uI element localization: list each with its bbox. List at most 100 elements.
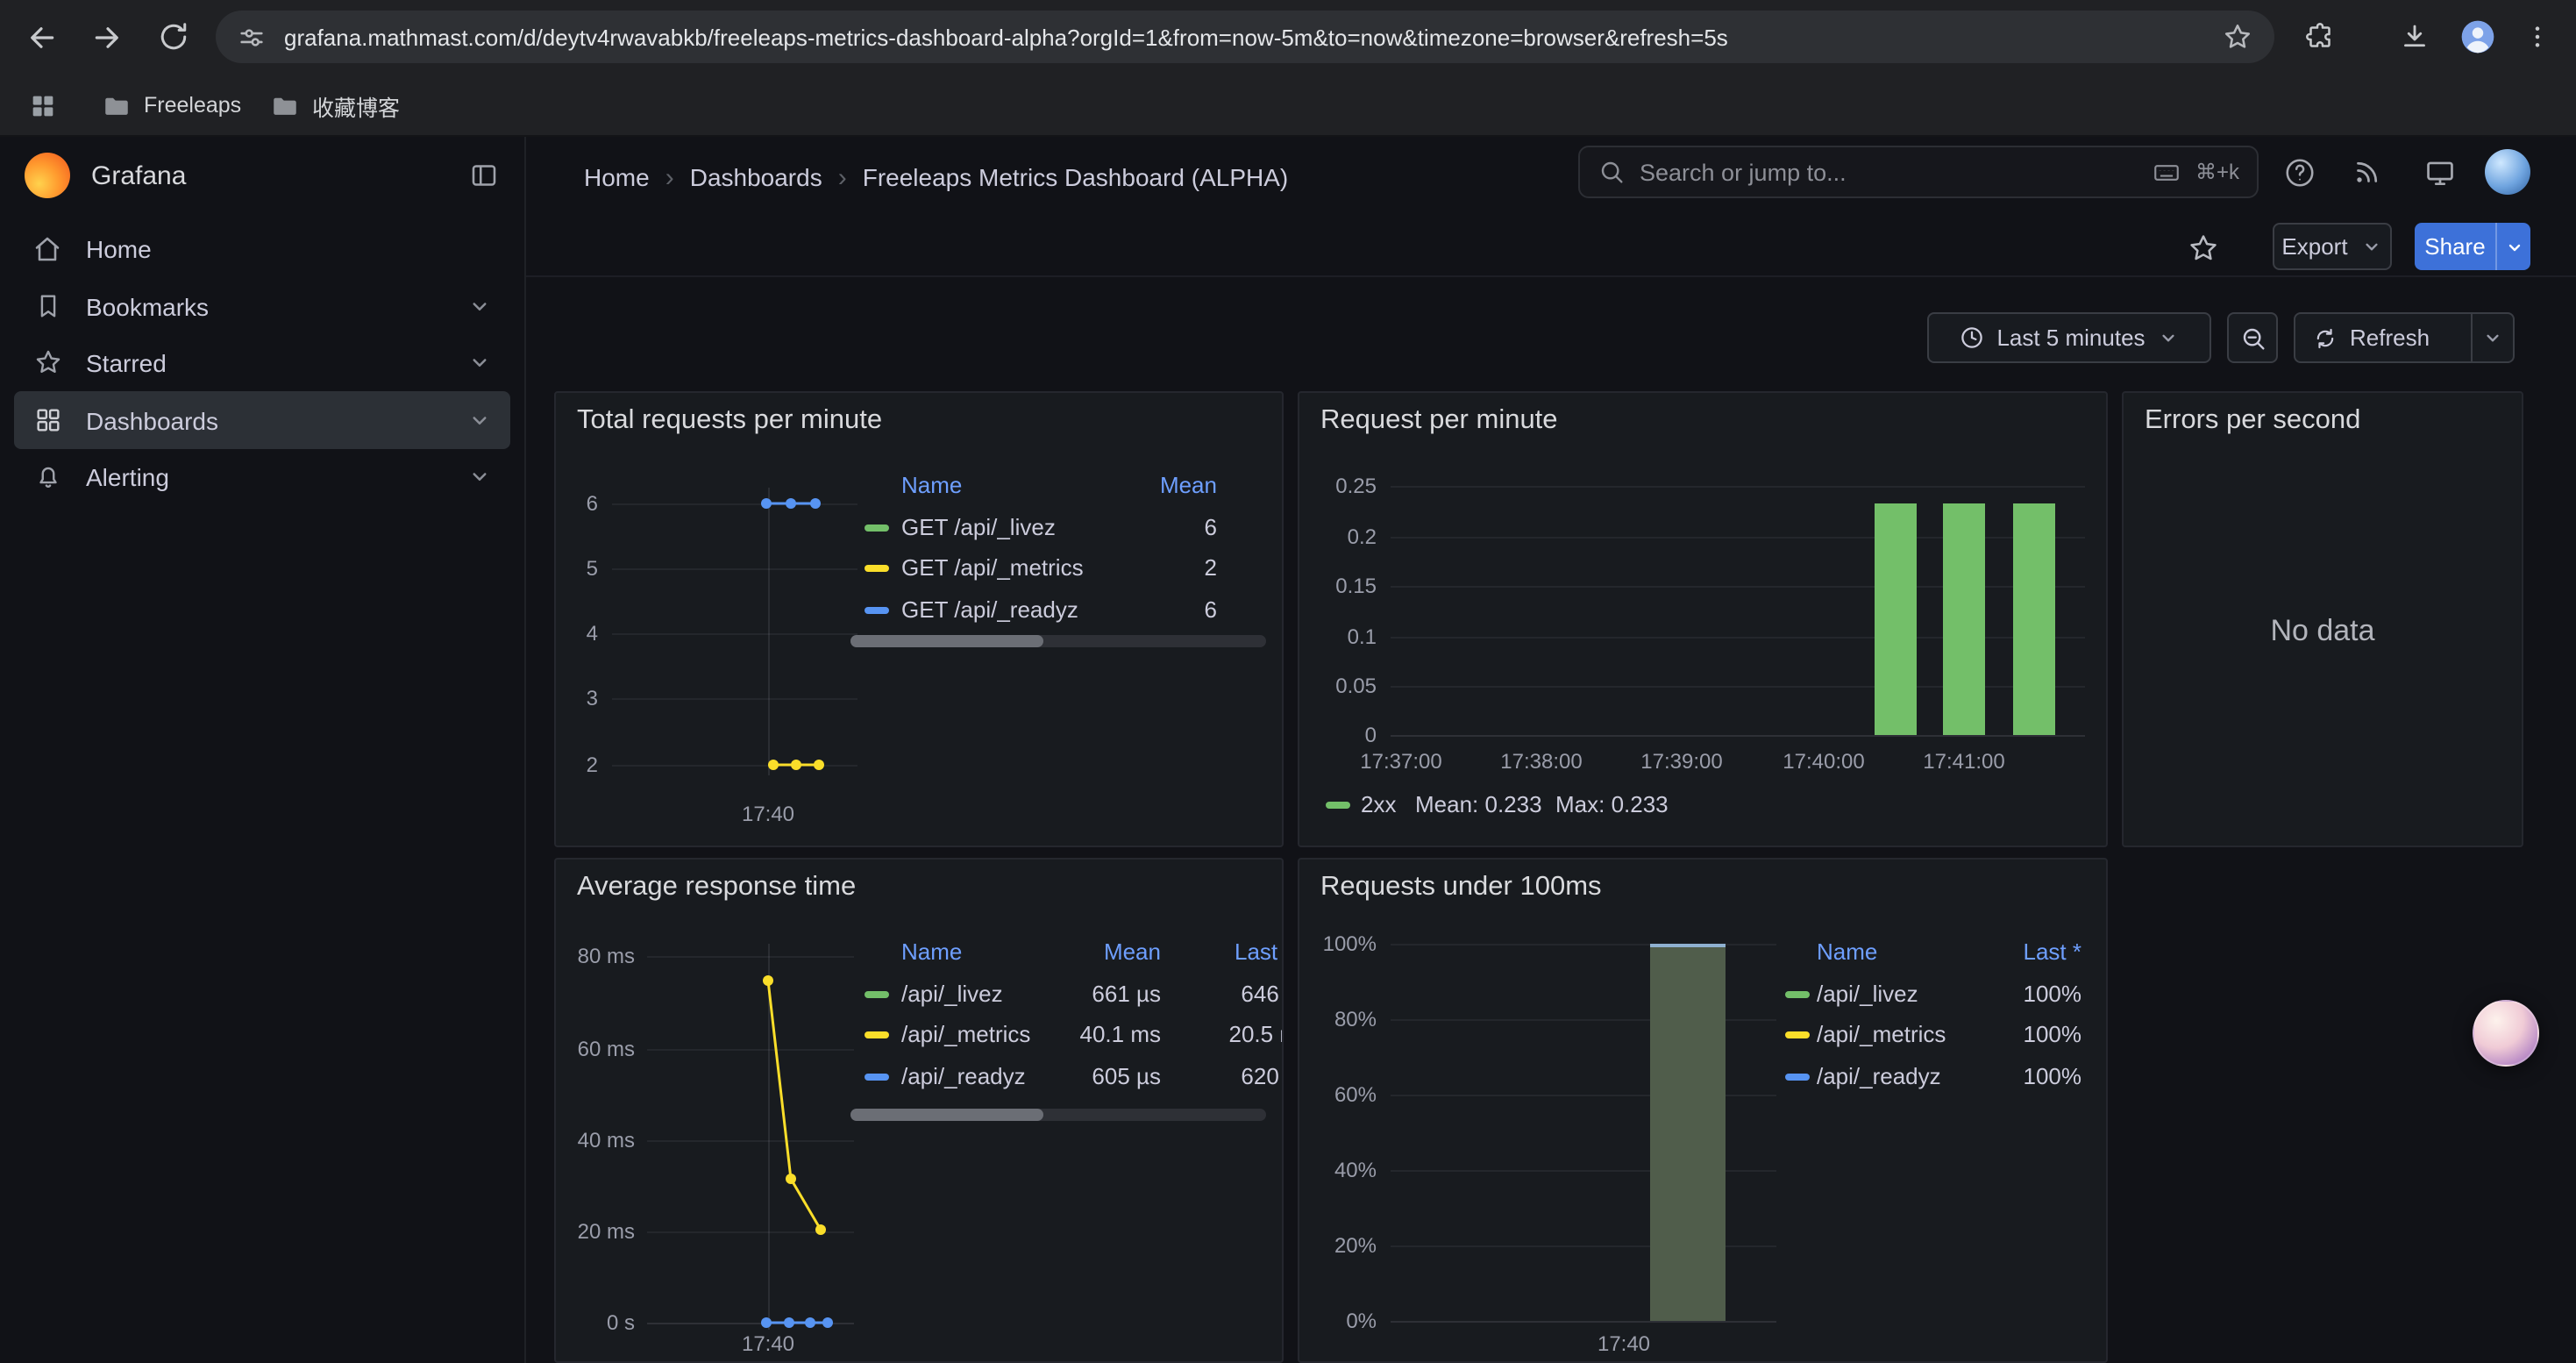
legend-series-value: 6 [1112,514,1217,540]
zoom-out-button[interactable] [2227,312,2278,363]
panel-title[interactable]: Errors per second [2145,405,2360,437]
legend-header-name[interactable]: Name [901,472,962,498]
chevron-down-icon [2360,235,2383,258]
legend-series-name[interactable]: /api/_readyz [1817,1063,1941,1089]
breadcrumb-dashboards[interactable]: Dashboards [690,163,822,191]
y-tick: 100% [1299,931,1377,956]
breadcrumb-separator: › [838,162,847,192]
series-color-swatch [865,607,889,614]
legend-series-name[interactable]: /api/_metrics [901,1021,1030,1047]
chevron-down-icon[interactable] [466,349,493,375]
legend-series-name[interactable]: /api/_metrics [1817,1021,1946,1047]
user-avatar[interactable] [2485,149,2530,195]
share-dropdown-caret[interactable] [2495,223,2530,270]
chevron-down-icon[interactable] [466,293,493,319]
sidebar-item-home[interactable]: Home [14,219,510,277]
url-input[interactable]: grafana.mathmast.com/d/deytv4rwavabkb/fr… [284,24,2204,50]
back-button[interactable] [14,11,67,63]
help-icon [2282,155,2316,189]
legend-series-name[interactable]: GET /api/_readyz [901,596,1078,623]
bar-100-percent[interactable] [1650,944,1726,1321]
x-tick: 17:41:00 [1915,749,2013,774]
series-color-swatch [1785,1031,1810,1038]
panel-title[interactable]: Request per minute [1320,405,1558,437]
site-settings-icon[interactable] [237,22,267,52]
x-tick: 17:40 [724,1331,812,1356]
refresh-button[interactable]: Refresh [2294,312,2515,363]
legend-series-name[interactable]: /api/_livez [901,981,1003,1007]
legend-header-last[interactable]: Last * [1976,938,2081,965]
bookmarks-bar: Freeleaps 收藏博客 [0,74,2576,137]
star-icon [32,346,63,378]
export-button[interactable]: Export [2273,223,2392,270]
legend-header-last[interactable]: Last * [1235,938,1284,965]
help-button[interactable] [2278,151,2320,193]
forward-button[interactable] [81,11,133,63]
chevron-down-icon[interactable] [466,407,493,433]
browser-toolbar: grafana.mathmast.com/d/deytv4rwavabkb/fr… [0,0,2576,74]
y-tick: 0.25 [1299,474,1377,498]
refresh-interval-caret[interactable] [2471,314,2513,361]
scrollbar-thumb[interactable] [850,1109,1043,1121]
legend-series-name[interactable]: GET /api/_livez [901,514,1056,540]
browser-profile-button[interactable] [2451,11,2504,63]
grafana-logo[interactable] [25,153,70,198]
legend-series-name[interactable]: /api/_readyz [901,1063,1026,1089]
legend-header-mean[interactable]: Mean [1056,938,1161,965]
address-bar[interactable]: grafana.mathmast.com/d/deytv4rwavabkb/fr… [216,11,2274,63]
dock-menu-icon[interactable] [468,160,500,191]
breadcrumb-home[interactable]: Home [584,163,650,191]
share-button[interactable]: Share [2415,223,2530,270]
brand-name: Grafana [91,161,468,190]
bookmark-star-icon[interactable] [2222,21,2253,53]
home-icon [32,232,63,264]
sidebar-item-bookmarks[interactable]: Bookmarks [14,277,510,335]
bar-2xx[interactable] [1943,503,1985,735]
sidebar-item-dashboards[interactable]: Dashboards [14,391,510,449]
panel-request-per-minute: Request per minute 0.25 0.2 0.15 0.1 0.0… [1298,391,2108,847]
news-button[interactable] [2346,151,2388,193]
y-tick: 0 [1299,723,1377,747]
legend-scrollbar[interactable] [850,635,1266,647]
legend-header-mean[interactable]: Mean [1112,472,1217,498]
time-range-picker[interactable]: Last 5 minutes [1927,312,2211,363]
downloads-button[interactable] [2388,11,2441,63]
legend-scrollbar[interactable] [850,1109,1266,1121]
reload-button[interactable] [147,11,200,63]
floating-avatar[interactable] [2473,1000,2539,1067]
bookmark-folder-blogs[interactable]: 收藏博客 [256,82,414,128]
legend-series-last: 100% [1976,1063,2081,1089]
series-color-swatch [1785,991,1810,998]
forward-icon [90,20,124,54]
chevron-down-icon[interactable] [466,463,493,489]
sidebar-item-starred[interactable]: Starred [14,333,510,391]
series-color-swatch [865,1074,889,1081]
legend-series-name[interactable]: GET /api/_metrics [901,554,1084,581]
favorite-dashboard-button[interactable] [2180,225,2225,270]
legend-series-mean: 661 µs [1056,981,1161,1007]
extensions-button[interactable] [2294,11,2346,63]
search-bar[interactable]: ⌘+k [1578,146,2259,198]
y-tick: 0.05 [1299,674,1377,698]
y-tick: 0.1 [1299,624,1377,649]
legend-series-name[interactable]: /api/_livez [1817,981,1918,1007]
series-color-swatch [1785,1074,1810,1081]
reload-icon [158,21,189,53]
panel-title[interactable]: Requests under 100ms [1320,872,1602,903]
search-input[interactable] [1640,159,2138,185]
legend-series-name[interactable]: 2xx [1361,791,1396,817]
y-tick: 0.2 [1299,525,1377,549]
bar-2xx[interactable] [2013,503,2055,735]
legend-header-name[interactable]: Name [1817,938,1877,965]
kiosk-mode-button[interactable] [2418,151,2460,193]
search-icon [1598,158,1626,186]
bar-2xx[interactable] [1875,503,1917,735]
browser-menu-button[interactable] [2511,11,2564,63]
apps-grid-button[interactable] [14,82,72,128]
bookmark-folder-freeleaps[interactable]: Freeleaps [88,82,255,128]
scrollbar-thumb[interactable] [850,635,1043,647]
legend-header-name[interactable]: Name [901,938,962,965]
y-tick: 20% [1299,1233,1377,1258]
sidebar-header: Grafana [0,137,524,214]
sidebar-item-alerting[interactable]: Alerting [14,447,510,505]
